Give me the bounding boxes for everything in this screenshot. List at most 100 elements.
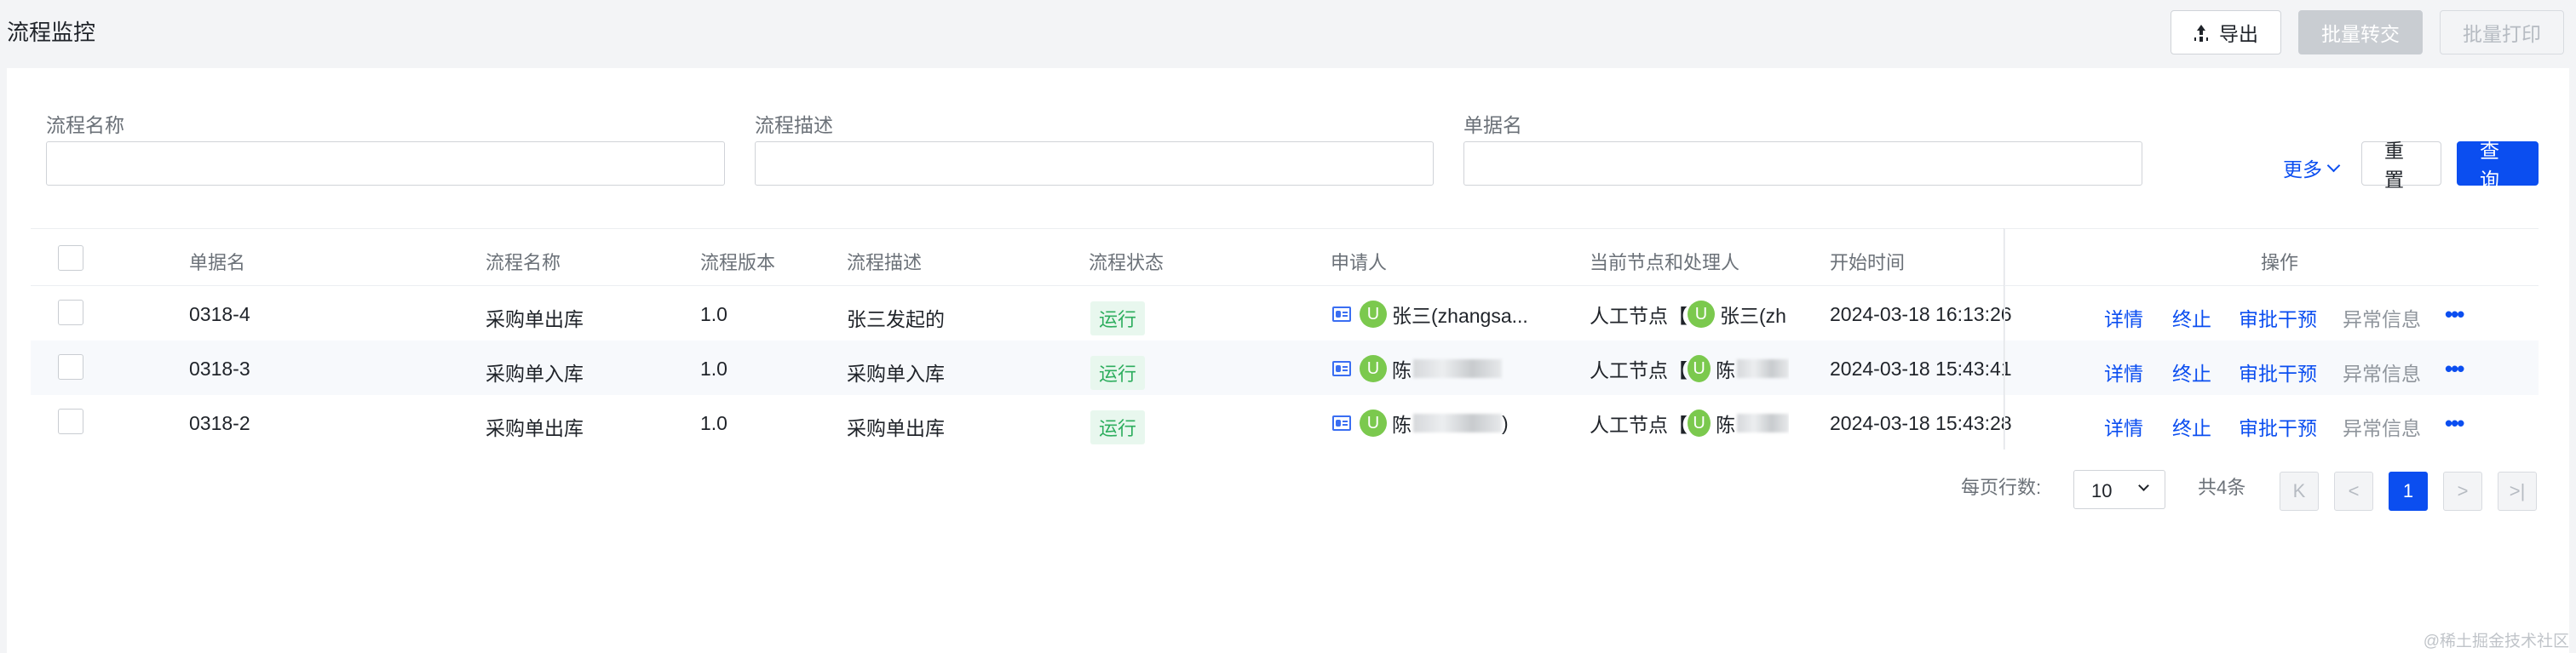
export-button[interactable]: 导出 (2171, 10, 2281, 54)
table-row[interactable]: 0318-3 采购单入库 1.0 采购单入库 运行 U 陈 人工节点【 U 陈 … (31, 341, 2539, 395)
status-badge: 运行 (1090, 301, 1146, 335)
cell-process-name: 采购单入库 (486, 363, 584, 385)
applicant-name-tail: ) (1502, 411, 1509, 434)
chevron-down-icon (2138, 480, 2149, 491)
redacted-text (1413, 414, 1502, 432)
redacted-text (1737, 359, 1789, 378)
handler-name: 陈 (1716, 359, 1736, 381)
handler-name: 陈 (1716, 414, 1736, 436)
table-row[interactable]: 0318-2 采购单出库 1.0 采购单出库 运行 U 陈 ) 人工节点【 U … (31, 395, 2539, 450)
col-process-name: 流程名称 (486, 252, 561, 273)
last-page-button[interactable]: >| (2498, 472, 2537, 511)
id-card-icon[interactable] (1332, 361, 1351, 376)
top-actions: 导出 批量转交 批量打印 (2171, 10, 2564, 54)
prev-page-button[interactable]: < (2334, 472, 2373, 511)
filter-label-process-desc: 流程描述 (755, 114, 833, 136)
exception-link[interactable]: 异常信息 (2343, 303, 2421, 332)
terminate-link[interactable]: 终止 (2172, 358, 2211, 387)
exception-link[interactable]: 异常信息 (2343, 358, 2421, 387)
col-process-status: 流程状态 (1089, 252, 1164, 273)
total-count: 共4条 (2198, 477, 2246, 498)
avatar: U (1360, 355, 1387, 382)
row-checkbox[interactable] (58, 354, 83, 380)
handler-name: 张三(zh (1720, 305, 1786, 327)
batch-transfer-button[interactable]: 批量转交 (2298, 10, 2423, 54)
table-header: 单据名 流程名称 流程版本 流程描述 流程状态 申请人 当前节点和处理人 开始时… (31, 228, 2539, 286)
process-desc-input[interactable] (755, 141, 1434, 186)
select-all-checkbox[interactable] (58, 245, 83, 271)
terminate-link[interactable]: 终止 (2172, 303, 2211, 332)
page-button-current[interactable]: 1 (2389, 472, 2428, 511)
intervene-link[interactable]: 审批干预 (2239, 412, 2317, 441)
col-applicant: 申请人 (1331, 252, 1388, 273)
detail-link[interactable]: 详情 (2104, 358, 2143, 387)
query-button[interactable]: 查询 (2457, 140, 2539, 191)
node-name: 人工节点【 (1590, 414, 1688, 436)
more-filters-link[interactable]: 更多 (2283, 153, 2341, 182)
id-card-icon[interactable] (1332, 306, 1351, 322)
process-name-input[interactable] (46, 141, 725, 186)
current-node-cell: 人工节点【 U 张三(zh (1590, 300, 1789, 329)
redacted-text (1737, 414, 1789, 432)
cell-desc: 张三发起的 (847, 308, 945, 330)
table-row[interactable]: 0318-4 采购单出库 1.0 张三发起的 运行 U 张三(zhangsa..… (31, 286, 2539, 341)
detail-link[interactable]: 详情 (2104, 412, 2143, 441)
avatar: U (1360, 301, 1387, 328)
chevron-down-icon (2326, 158, 2341, 172)
col-current-node: 当前节点和处理人 (1590, 252, 1740, 273)
status-badge: 运行 (1090, 410, 1146, 444)
exception-link[interactable]: 异常信息 (2343, 412, 2421, 441)
watermark: @稀土掘金技术社区 (2423, 633, 2569, 650)
cell-start-time: 2024-03-18 15:43:28 (1830, 412, 2012, 434)
col-start-time: 开始时间 (1830, 252, 1906, 273)
next-page-button[interactable]: > (2443, 472, 2482, 511)
avatar: U (1688, 410, 1711, 437)
col-doc-name: 单据名 (189, 252, 246, 273)
current-node-cell: 人工节点【 U 陈 (1590, 354, 1789, 383)
cell-start-time: 2024-03-18 16:13:26 (1830, 303, 2012, 325)
col-process-version: 流程版本 (700, 252, 776, 273)
more-actions-icon[interactable]: ••• (2445, 356, 2464, 382)
doc-name-input[interactable] (1463, 141, 2142, 186)
node-name: 人工节点【 (1590, 305, 1688, 327)
avatar: U (1360, 410, 1387, 437)
intervene-link[interactable]: 审批干预 (2239, 358, 2317, 387)
rows-per-page-select[interactable]: 10 (2073, 470, 2165, 509)
cell-version: 1.0 (700, 303, 727, 325)
cell-version: 1.0 (700, 412, 727, 434)
process-table: 单据名 流程名称 流程版本 流程描述 流程状态 申请人 当前节点和处理人 开始时… (31, 228, 2539, 450)
rows-per-page-value: 10 (2091, 480, 2113, 501)
node-name: 人工节点【 (1590, 359, 1688, 381)
batch-print-button[interactable]: 批量打印 (2440, 10, 2564, 54)
cell-doc-name: 0318-4 (189, 303, 250, 325)
main-card: 流程名称 流程描述 单据名 更多 重置 查询 单据名 流程名称 流程版本 流程描… (7, 68, 2569, 653)
status-badge: 运行 (1090, 356, 1146, 390)
more-actions-icon[interactable]: ••• (2445, 301, 2464, 328)
avatar: U (1688, 355, 1711, 382)
fixed-column-shadow (2004, 228, 2005, 450)
applicant-name: 张三(zhangsa... (1392, 305, 1528, 327)
row-checkbox[interactable] (58, 409, 83, 434)
row-checkbox[interactable] (58, 300, 83, 325)
cell-desc: 采购单出库 (847, 417, 945, 439)
cell-desc: 采购单入库 (847, 363, 945, 385)
more-label: 更多 (2283, 158, 2322, 180)
filter-label-doc-name: 单据名 (1463, 114, 1522, 136)
id-card-icon[interactable] (1332, 415, 1351, 431)
applicant-name: 陈 (1392, 414, 1412, 436)
more-actions-icon[interactable]: ••• (2445, 410, 2464, 437)
reset-button[interactable]: 重置 (2361, 140, 2441, 191)
cell-doc-name: 0318-3 (189, 358, 250, 380)
top-bar: 流程监控 导出 批量转交 批量打印 (0, 0, 2576, 68)
detail-link[interactable]: 详情 (2104, 303, 2143, 332)
intervene-link[interactable]: 审批干预 (2239, 303, 2317, 332)
cell-process-name: 采购单出库 (486, 417, 584, 439)
terminate-link[interactable]: 终止 (2172, 412, 2211, 441)
first-page-button[interactable]: K (2280, 472, 2319, 511)
upload-icon (2194, 25, 2209, 40)
cell-doc-name: 0318-2 (189, 412, 250, 434)
cell-process-name: 采购单出库 (486, 308, 584, 330)
current-node-cell: 人工节点【 U 陈 (1590, 409, 1789, 438)
applicant-cell: U 张三(zhangsa... (1332, 300, 1528, 329)
rows-per-page-label: 每页行数: (1961, 477, 2042, 498)
